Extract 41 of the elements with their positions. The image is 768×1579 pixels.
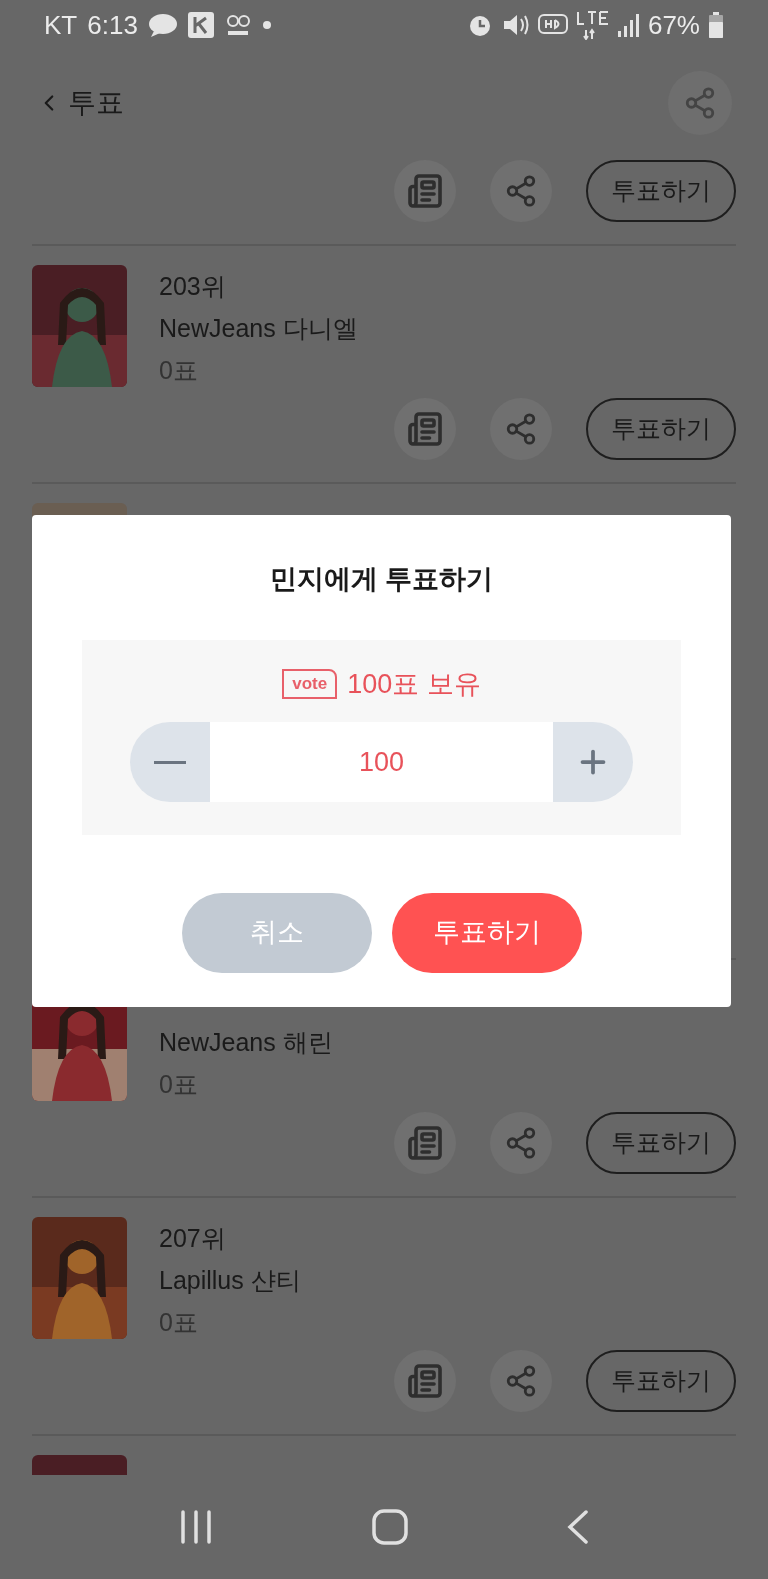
share-icon (504, 174, 538, 208)
app-icon (187, 12, 214, 38)
vote-button[interactable]: 투표하기 (586, 398, 736, 460)
increase-button[interactable] (553, 722, 633, 802)
vote-button[interactable]: 투표하기 (586, 160, 736, 222)
carrier-text: KT (44, 8, 78, 42)
back-icon[interactable] (566, 1510, 589, 1544)
mute-icon (501, 12, 530, 38)
network-icon (575, 10, 610, 40)
vote-button[interactable]: 투표하기 (586, 1112, 736, 1174)
newspaper-icon (407, 1125, 443, 1161)
newspaper-icon (407, 411, 443, 447)
newspaper-icon (407, 173, 443, 209)
minus-icon (154, 760, 186, 764)
rank-text: 203위 (159, 271, 227, 302)
clock-text: 6:13 (87, 8, 138, 42)
battery-icon (708, 12, 724, 38)
battery-percent: 67% (647, 8, 700, 42)
signal-icon (617, 13, 640, 37)
newspaper-icon (407, 1363, 443, 1399)
member-name: NewJeans 해린 (159, 1027, 333, 1058)
dialog-title: 민지에게 투표하기 (269, 563, 494, 596)
chat-bubble-icon (147, 13, 178, 37)
amount-field[interactable]: 100 (210, 722, 553, 802)
cancel-button[interactable]: 취소 (181, 892, 372, 973)
dot-icon (261, 20, 272, 30)
share-icon (504, 1364, 538, 1398)
recent-apps-icon[interactable] (179, 1510, 214, 1544)
home-icon[interactable] (372, 1509, 408, 1545)
vote-ticket-icon: vote (282, 668, 338, 699)
hd-call-icon (537, 13, 568, 37)
share-icon (683, 85, 717, 120)
rank-text: 207위 (159, 1223, 227, 1254)
share-icon (504, 1126, 538, 1160)
share-icon (504, 412, 538, 446)
member-name: Lapillus 샨티 (159, 1265, 301, 1296)
member-name: NewJeans 다니엘 (159, 313, 358, 344)
vote-confirm-button[interactable]: 투표하기 (391, 892, 582, 973)
vote-button[interactable]: 투표하기 (586, 1350, 736, 1412)
page-title: 투표 (68, 85, 124, 120)
vote-balance: 100표 보유 (347, 667, 481, 701)
